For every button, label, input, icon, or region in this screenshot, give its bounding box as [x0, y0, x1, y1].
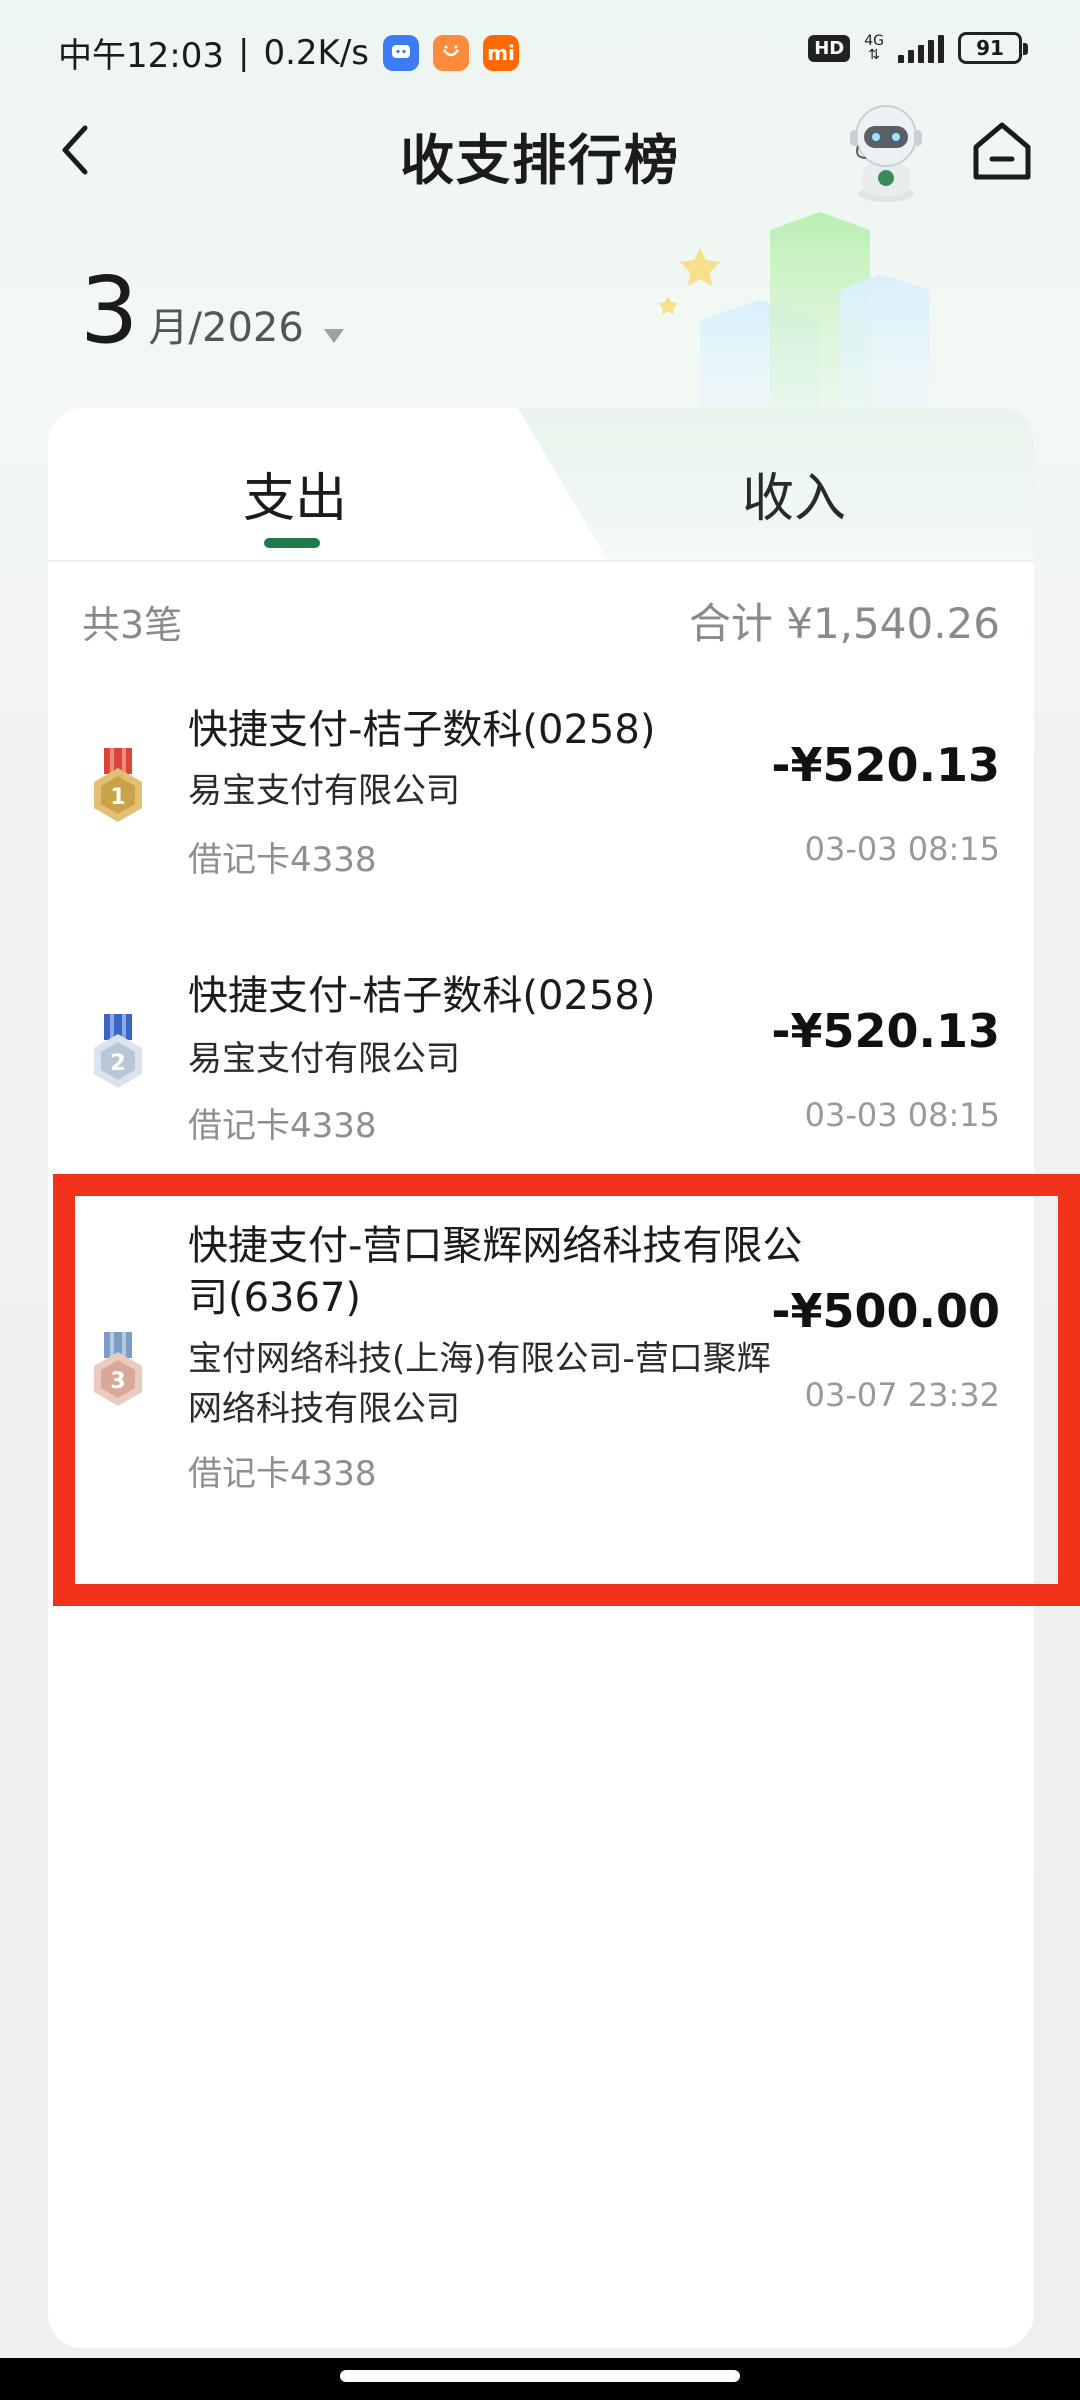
battery-level: 91 [976, 36, 1004, 60]
bronze-medal-icon: 3 [94, 1332, 142, 1406]
ranking-card: 支出 收入 共3笔 合计 ¥1,540.26 1 快捷支付-桔子数科(0258)… [48, 408, 1034, 2348]
list-item[interactable]: 1 快捷支付-桔子数科(0258) 易宝支付有限公司 借记卡4338 -¥520… [48, 684, 1034, 950]
transaction-time: 03-03 08:15 [804, 830, 1000, 868]
home-icon [973, 122, 1031, 180]
network-indicator: 4G ⇅ [864, 34, 884, 62]
payee-name-line2: 网络科技有限公司 [188, 1389, 460, 1429]
merchant-name: 快捷支付-桔子数科(0258) [188, 973, 656, 1019]
decorative-chart-illustration [658, 212, 930, 440]
status-left: 中午12:03 | 0.2K/s mi [58, 28, 519, 77]
list-item[interactable]: 2 快捷支付-桔子数科(0258) 易宝支付有限公司 借记卡4338 -¥520… [48, 950, 1034, 1200]
card-number: 借记卡4338 [188, 1106, 377, 1146]
month-year: 月/2026 [148, 305, 304, 351]
network-type: 4G [864, 33, 884, 49]
summary-row: 共3笔 合计 ¥1,540.26 [48, 562, 1034, 684]
payee-name: 易宝支付有限公司 [188, 1039, 460, 1079]
month-selector[interactable]: 3 月/2026 [80, 265, 344, 357]
home-button[interactable] [966, 115, 1038, 187]
navigation-bar [0, 2358, 1080, 2400]
hd-badge: HD [808, 34, 851, 62]
transaction-time: 03-03 08:15 [804, 1096, 1000, 1134]
list-item[interactable]: 3 快捷支付-营口聚辉网络科技有限公 司(6367) 宝付网络科技(上海)有限公… [48, 1200, 1034, 1580]
robot-mascot-icon[interactable] [836, 100, 936, 204]
merchant-name: 快捷支付-营口聚辉网络科技有限公 司(6367) [188, 1220, 868, 1324]
payee-name-line1: 宝付网络科技(上海)有限公司-营口聚辉 [188, 1339, 771, 1379]
taobao-icon [433, 34, 469, 71]
merchant-name-line2: 司(6367) [188, 1275, 362, 1321]
amount: -¥520.13 [771, 738, 1000, 792]
merchant-name: 快捷支付-桔子数科(0258) [188, 707, 656, 753]
month-number: 3 [80, 257, 139, 364]
svg-text:3: 3 [110, 1369, 125, 1394]
status-right: HD 4G ⇅ 91 [808, 32, 1028, 64]
network-speed: 0.2K/s [263, 32, 369, 73]
transaction-count: 共3笔 [82, 603, 183, 647]
total-amount: 合计 ¥1,540.26 [688, 599, 1000, 648]
payee-name: 宝付网络科技(上海)有限公司-营口聚辉 网络科技有限公司 [188, 1334, 828, 1434]
transaction-time: 03-07 23:32 [804, 1376, 1000, 1414]
signal-icon [898, 33, 944, 63]
tab-income[interactable]: 收入 [742, 456, 846, 531]
battery-icon: 91 [958, 32, 1028, 64]
merchant-name-line1: 快捷支付-营口聚辉网络科技有限公 [188, 1223, 803, 1269]
silver-medal-icon: 2 [94, 1014, 142, 1088]
chat-app-icon [383, 34, 419, 71]
header: 收支排行榜 [0, 100, 1080, 202]
svg-text:2: 2 [110, 1051, 125, 1076]
caret-down-icon [323, 329, 344, 343]
payee-name: 易宝支付有限公司 [188, 771, 460, 811]
card-number: 借记卡4338 [188, 840, 377, 880]
active-tab-indicator [264, 538, 320, 548]
gold-medal-icon: 1 [94, 748, 142, 822]
gesture-handle[interactable] [340, 2370, 740, 2382]
status-separator: | [237, 32, 250, 73]
status-time: 中午12:03 [58, 36, 224, 76]
status-bar: 中午12:03 | 0.2K/s mi HD 4G ⇅ 91 [0, 0, 1080, 100]
mi-icon: mi [483, 34, 519, 71]
amount: -¥500.00 [771, 1284, 1000, 1338]
amount: -¥520.13 [771, 1004, 1000, 1058]
tab-expense[interactable]: 支出 [243, 456, 347, 531]
card-number: 借记卡4338 [188, 1454, 377, 1494]
tab-bar: 支出 收入 [48, 408, 1034, 560]
data-arrows-icon: ⇅ [868, 47, 880, 63]
svg-text:1: 1 [110, 785, 125, 810]
